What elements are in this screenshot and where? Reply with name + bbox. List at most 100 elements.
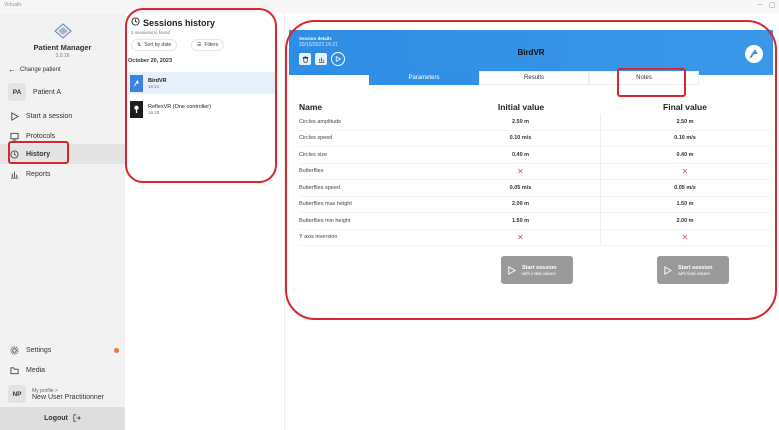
param-initial: 1.50 m (441, 213, 601, 229)
arrow-left-icon: ← (8, 65, 16, 74)
birdvr-logo-icon (745, 45, 763, 63)
logout-button[interactable]: Logout (0, 407, 125, 430)
minimize-button[interactable]: – (758, 1, 762, 8)
sidebar: Patient Manager 3.0.16 ← Change patient … (0, 13, 125, 430)
window-app-name: Virtualis (4, 2, 22, 8)
folder-icon (9, 365, 19, 375)
nav-media[interactable]: Media (0, 360, 125, 380)
start-initial-line1: Start session (522, 264, 557, 271)
nav-reports[interactable]: Reports (0, 164, 125, 184)
profile-name: New User Practitionner (32, 393, 104, 401)
session-details-label: Session details (299, 36, 332, 41)
birdvr-thumbnail (130, 74, 143, 92)
param-name: Y axis inversion (299, 234, 338, 241)
play-icon (9, 111, 19, 121)
tab-results[interactable]: Results (479, 71, 589, 85)
parameters-table: Name Initial value Final value Circles a… (299, 100, 769, 246)
session-item-reflexvr[interactable]: ReflexVR (One controller) 16:20 (128, 98, 275, 120)
nav-start-session[interactable]: Start a session (0, 106, 125, 126)
session-item-birdvr[interactable]: BirdVR 16:21 (128, 72, 275, 94)
nav-start-session-label: Start a session (26, 112, 73, 120)
start-session-initial-button[interactable]: Start session with initial values (501, 256, 573, 284)
column-header-final: Final value (663, 102, 707, 112)
table-row: Butterflies speed 0.05 m/s 0.05 m/s (299, 180, 769, 197)
history-icon (131, 17, 140, 28)
nav-reports-label: Reports (26, 170, 51, 178)
history-title: Sessions history (143, 17, 216, 28)
play-icon (664, 265, 672, 275)
start-final-line1: Start session (678, 264, 713, 271)
param-name: Butterflies max height (299, 201, 352, 208)
patient-name: Patient A (33, 88, 62, 96)
app-version: 3.0.16 (55, 53, 70, 59)
start-session-final-button[interactable]: Start session with final values (657, 256, 729, 284)
param-initial: 2.50 m (441, 114, 601, 130)
disabled-cross-icon: ✕ (681, 166, 689, 176)
table-header: Name Initial value Final value (299, 100, 769, 114)
table-row: Butterflies ✕ ✕ (299, 163, 769, 180)
patient-avatar: PA (8, 83, 26, 101)
tab-notes[interactable]: Notes (589, 71, 699, 85)
column-header-name: Name (299, 102, 323, 112)
table-row: Circles amplitude 2.50 m 2.50 m (299, 114, 769, 131)
param-name: Circles size (299, 151, 328, 158)
filters-button[interactable]: ☰ Filters (191, 39, 225, 51)
session-time: 16:20 (148, 109, 160, 115)
filters-label: Filters (204, 42, 219, 48)
param-final: 0.10 m/s (674, 135, 696, 142)
filter-icon: ☰ (197, 42, 202, 48)
param-final: 2.50 m (676, 118, 694, 125)
detail-tabs: Parameters Results Notes (369, 71, 699, 85)
tab-parameters[interactable]: Parameters (369, 71, 479, 85)
session-detail-panel: Session details 20/10/2023 16:21 BirdVR … (289, 30, 773, 305)
param-initial: 0.05 m/s (441, 180, 601, 196)
history-icon (9, 149, 19, 159)
table-row: Butterflies max height 2.00 m 1.50 m (299, 196, 769, 213)
nav-history-label: History (26, 150, 51, 158)
param-name: Circles amplitude (299, 118, 342, 125)
profile-link[interactable]: NP My profile > New User Practitionner (8, 385, 104, 403)
history-panel: Sessions history 2 sessions(s) found ⇅ S… (125, 13, 285, 430)
reflexvr-thumbnail (130, 100, 143, 118)
disabled-cross-icon: ✕ (681, 232, 689, 242)
change-patient-link[interactable]: ← Change patient (8, 65, 61, 74)
nav-protocols[interactable]: Protocols (0, 126, 125, 146)
date-group-header: October 20, 2023 (128, 58, 173, 64)
param-final: 0.40 m (676, 151, 694, 158)
patient-card: PA Patient A (8, 83, 61, 101)
sort-label: Sort by date (144, 42, 172, 48)
restore-button[interactable]: ▢ (769, 1, 776, 9)
sessions-count: 2 sessions(s) found (131, 30, 171, 35)
app-logo-icon (54, 23, 72, 39)
param-initial: 2.00 m (441, 196, 601, 212)
logout-icon (73, 413, 81, 424)
session-detail-header: Session details 20/10/2023 16:21 BirdVR (289, 30, 773, 75)
session-name: BirdVR (148, 77, 167, 84)
param-final: 1.50 m (676, 201, 694, 208)
disabled-cross-icon: ✕ (441, 163, 601, 179)
app-name: Patient Manager (33, 43, 92, 52)
param-final: 0.05 m/s (674, 184, 696, 191)
window-titlebar: Virtualis – ▢ (0, 0, 779, 13)
table-row: Butterflies min height 1.50 m 2.00 m (299, 213, 769, 230)
play-icon (508, 265, 516, 275)
param-name: Butterflies (299, 168, 324, 175)
param-name: Butterflies min height (299, 217, 351, 224)
session-time: 16:21 (148, 83, 160, 89)
param-name: Circles speed (299, 135, 333, 142)
column-header-initial: Initial value (497, 102, 545, 112)
sort-by-date-button[interactable]: ⇅ Sort by date (131, 39, 178, 51)
nav-history[interactable]: History (0, 144, 125, 164)
table-row: Circles size 0.40 m 0.40 m (299, 147, 769, 164)
session-title: BirdVR (517, 48, 545, 57)
param-final: 2.00 m (676, 217, 694, 224)
nav-settings[interactable]: Settings (0, 340, 125, 360)
protocol-icon (9, 131, 19, 141)
settings-notification-dot (114, 347, 119, 353)
logout-label: Logout (44, 415, 68, 422)
nav-settings-label: Settings (26, 346, 52, 354)
sort-icon: ⇅ (137, 42, 142, 48)
bar-chart-icon (9, 169, 19, 179)
param-initial: 0.40 m (441, 147, 601, 163)
change-patient-label: Change patient (20, 66, 61, 73)
